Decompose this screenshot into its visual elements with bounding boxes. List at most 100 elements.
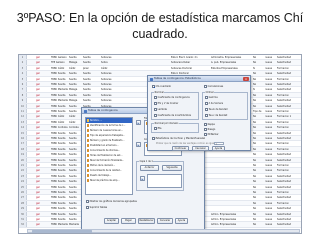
table-cell[interactable]: TRBC Sevilla (51, 93, 68, 97)
row-number[interactable]: 18 (19, 146, 27, 152)
table-cell[interactable]: gal (36, 212, 50, 216)
table-cell[interactable]: TRBC Cordoba (51, 125, 68, 129)
row-number[interactable]: 17 (19, 141, 27, 146)
table-cell[interactable]: gal (36, 217, 50, 221)
table-cell[interactable]: Si (253, 66, 264, 70)
table-cell[interactable]: Admin. Empresariales (211, 212, 252, 216)
table-cell[interactable]: gal (36, 141, 50, 145)
table-cell[interactable]: nueva (265, 185, 276, 189)
table-cell[interactable]: Tipo de (253, 109, 264, 113)
table-cell[interactable]: TRBC Sevilla (51, 71, 68, 75)
risk-checkbox[interactable]: Riesgo (204, 128, 215, 131)
table-cell[interactable]: nueva (265, 195, 276, 199)
table-cell[interactable]: Selectividad (277, 60, 300, 64)
table-cell[interactable]: Formacion (277, 168, 300, 172)
table-cell[interactable]: gal (36, 206, 50, 210)
row-number[interactable]: 24 (19, 179, 27, 184)
row-number[interactable]: 1 (19, 55, 27, 60)
table-cell[interactable]: gal (36, 120, 50, 124)
table-cell[interactable]: gal (36, 77, 50, 81)
table-cell[interactable]: gal (36, 66, 50, 70)
table-cell[interactable] (211, 163, 252, 167)
row-number[interactable]: 23 (19, 173, 27, 179)
table-cell[interactable]: nueva (265, 66, 276, 70)
table-cell[interactable]: TRBC Cádiz (51, 114, 68, 118)
table-cell[interactable]: gal (36, 185, 50, 189)
table-cell[interactable]: Formacion (277, 77, 300, 81)
row-number[interactable]: 7 (19, 87, 27, 92)
row-number[interactable]: 4 (19, 71, 27, 76)
table-cell[interactable]: Malaga (69, 98, 82, 102)
table-cell[interactable]: Selectividad (277, 136, 300, 140)
table-cell[interactable]: gal (36, 222, 50, 226)
table-cell[interactable]: TRBC Sevilla (51, 190, 68, 194)
table-cell[interactable]: Selectividad (277, 131, 300, 135)
table-cell[interactable] (211, 152, 252, 156)
table-cell[interactable]: nueva (265, 98, 276, 102)
table-cell[interactable]: Formacion (277, 120, 300, 124)
table-cell[interactable]: Administra. Empresariales (211, 55, 252, 59)
table-cell[interactable]: Sevilla (83, 98, 100, 102)
table-cell[interactable]: Selectividad (277, 222, 300, 226)
horizontal-scrollbar[interactable] (27, 229, 300, 233)
table-cell[interactable]: No (253, 114, 264, 118)
table-cell[interactable]: Formacion (277, 163, 300, 167)
table-cell[interactable]: Formacion (277, 109, 300, 113)
stats-help-button[interactable]: Ayuda (212, 146, 225, 151)
table-cell[interactable]: No (253, 185, 264, 189)
table-cell[interactable]: nueva (265, 131, 276, 135)
gamma-checkbox[interactable]: Gamma (205, 96, 218, 99)
table-cell[interactable]: No (253, 93, 264, 97)
table-cell[interactable]: Selectividad (277, 55, 300, 59)
row-number[interactable]: 3 (19, 65, 27, 71)
table-cell[interactable]: No (253, 158, 264, 162)
table-cell[interactable]: Cádiz (101, 66, 170, 70)
table-cell[interactable]: No (253, 77, 264, 81)
table-cell[interactable]: Sevilla (69, 93, 82, 97)
table-cell[interactable]: Jerez (83, 66, 100, 70)
checkbox-box[interactable] (86, 206, 89, 209)
table-cell[interactable]: TRBC Sevilla (51, 212, 68, 216)
table-cell[interactable]: nueva (265, 163, 276, 167)
table-cell[interactable]: TRBC Sevilla (51, 179, 68, 183)
table-cell[interactable]: Si (253, 87, 264, 91)
table-cell[interactable]: gal (36, 136, 50, 140)
table-cell[interactable]: Sobre (101, 60, 170, 64)
table-cell[interactable]: No (253, 152, 264, 156)
close-icon[interactable]: × (243, 76, 249, 81)
table-cell[interactable]: Selectividad (277, 87, 300, 91)
row-number[interactable]: 26 (19, 190, 27, 195)
checkbox-box[interactable] (154, 108, 157, 111)
mcnemar-checkbox[interactable]: McNemar (204, 133, 219, 136)
phi-cramer-checkbox[interactable]: Phi y V de Cramer (154, 102, 178, 105)
table-cell[interactable]: A. pub. Empresariales (211, 60, 252, 64)
row-number[interactable]: 31 (19, 217, 27, 222)
table-cell[interactable]: nueva (265, 190, 276, 194)
reset-button[interactable]: Restablecer (138, 218, 155, 224)
table-cell[interactable] (211, 206, 252, 210)
row-number[interactable]: 8 (19, 92, 27, 98)
table-cell[interactable] (211, 168, 252, 172)
table-cell[interactable]: TRBC Sevilla (51, 147, 68, 151)
table-cell[interactable]: Formacion (277, 93, 300, 97)
table-cell[interactable]: No (253, 163, 264, 167)
row-number[interactable]: 2 (19, 60, 27, 65)
checkbox-box[interactable] (205, 96, 208, 99)
table-cell[interactable]: nueva (265, 206, 276, 210)
table-cell[interactable]: gal (36, 104, 50, 108)
table-cell[interactable]: No (253, 55, 264, 59)
table-cell[interactable]: No (253, 60, 264, 64)
table-cell[interactable]: No (253, 174, 264, 178)
table-cell[interactable]: No (253, 217, 264, 221)
table-cell[interactable] (211, 195, 252, 199)
table-cell[interactable]: nueva (265, 217, 276, 221)
clustered-bar-checkbox[interactable]: Mostrar los gráficos de barras agrupadas (86, 200, 137, 203)
table-cell[interactable] (211, 201, 252, 205)
table-cell[interactable]: Selectividad (277, 104, 300, 108)
table-cell[interactable] (211, 179, 252, 183)
table-cell[interactable]: TRBC Marbella (51, 222, 68, 226)
table-cell[interactable]: No (253, 168, 264, 172)
table-cell[interactable]: Selectividad (277, 212, 300, 216)
checkbox-box[interactable] (204, 123, 207, 126)
table-cell[interactable]: Formacion (277, 66, 300, 70)
